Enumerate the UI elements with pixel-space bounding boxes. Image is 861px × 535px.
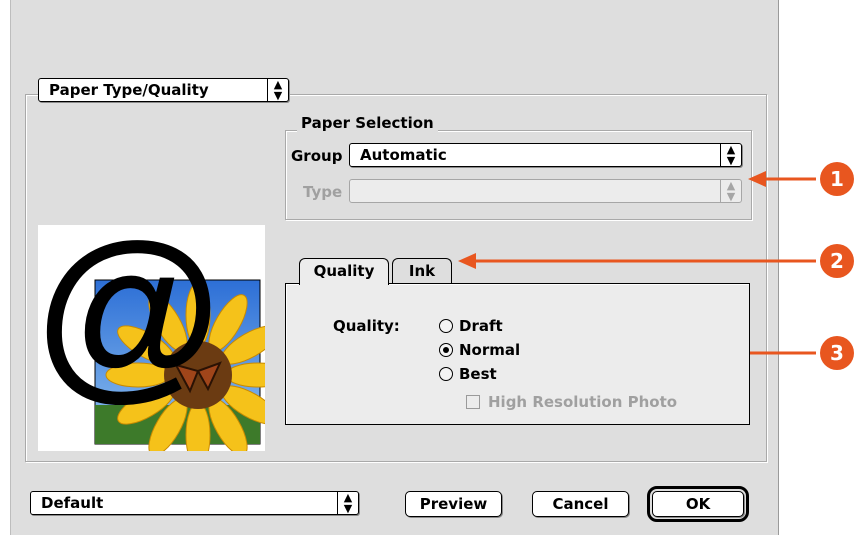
callout-1: 1 [820, 162, 854, 196]
radio-normal-label: Normal [459, 341, 521, 359]
tab-quality-label: Quality [313, 262, 375, 280]
radio-best-label: Best [459, 365, 497, 383]
callout-arrows [458, 171, 816, 361]
radio-icon [439, 343, 453, 357]
radio-icon [439, 367, 453, 381]
radio-draft-label: Draft [459, 317, 503, 335]
high-res-checkbox[interactable]: High Resolution Photo [466, 392, 677, 412]
callout-3: 3 [820, 336, 854, 370]
radio-draft[interactable]: Draft [439, 316, 503, 336]
tab-quality[interactable]: Quality [299, 258, 389, 285]
callout-2: 2 [820, 244, 854, 278]
quality-label: Quality: [333, 317, 400, 335]
quality-tab-panel: Quality: Draft Normal Best High Resoluti… [285, 283, 750, 425]
checkbox-icon [466, 395, 480, 409]
high-res-label: High Resolution Photo [488, 393, 678, 411]
radio-best[interactable]: Best [439, 364, 497, 384]
radio-normal[interactable]: Normal [439, 340, 520, 360]
radio-icon [439, 319, 453, 333]
